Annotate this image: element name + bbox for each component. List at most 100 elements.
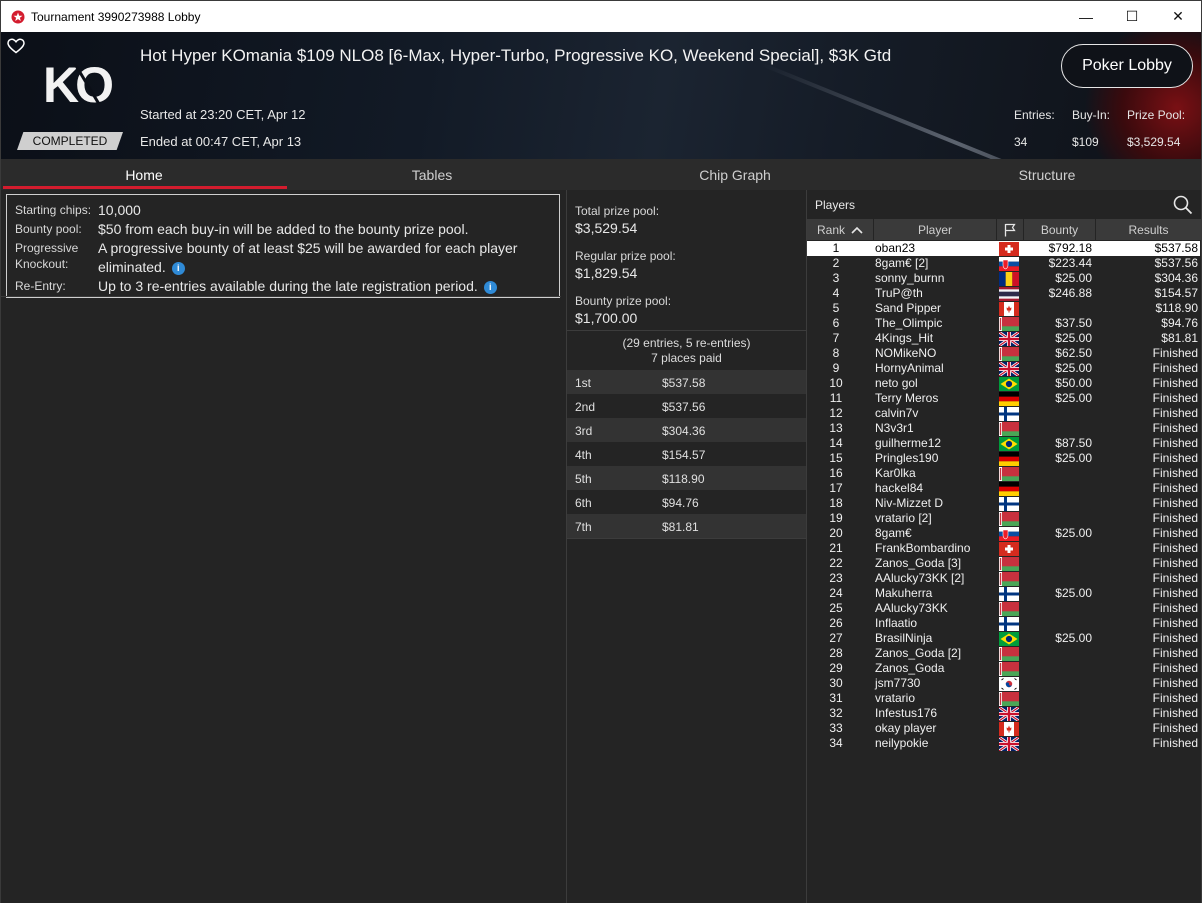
player-bounty: $62.50	[1055, 346, 1092, 360]
player-row[interactable]: 3 sonny_burnn $25.00 $304.36	[807, 271, 1200, 286]
player-rank: 17	[829, 481, 843, 495]
player-bounty: $25.00	[1055, 331, 1092, 345]
info-icon[interactable]: i	[171, 262, 185, 275]
player-row[interactable]: 6 The_Olimpic $37.50 $94.76	[807, 316, 1200, 331]
payout-row: 6th $94.76	[567, 490, 806, 514]
player-name: sonny_burnn	[875, 271, 945, 285]
country-flag-icon	[999, 511, 1019, 526]
player-row[interactable]: 18 Niv-Mizzet D Finished	[807, 496, 1200, 511]
country-flag-icon	[999, 301, 1019, 316]
payout-row: 4th $154.57	[567, 442, 806, 466]
info-icon[interactable]: i	[483, 281, 497, 294]
player-name: okay player	[875, 721, 937, 735]
player-name: 8gam€	[875, 526, 912, 540]
bounty-pool-value: $50 from each buy-in will be added to th…	[98, 221, 469, 237]
entries-note: (29 entries, 5 re-entries)	[622, 336, 751, 350]
player-row[interactable]: 10 neto gol $50.00 Finished	[807, 376, 1200, 391]
player-row[interactable]: 1 oban23 $792.18 $537.58	[807, 241, 1200, 256]
player-row[interactable]: 7 4Kings_Hit $25.00 $81.81	[807, 331, 1200, 346]
prize-pool-pane: Total prize pool: $3,529.54 Regular priz…	[566, 190, 807, 903]
player-rank: 7	[832, 331, 840, 345]
player-row[interactable]: 27 BrasilNinja $25.00 Finished	[807, 631, 1200, 646]
player-row[interactable]: 15 Pringles190 $25.00 Finished	[807, 451, 1200, 466]
entries-summary: (29 entries, 5 re-entries) 7 places paid	[567, 336, 806, 366]
payout-place: 4th	[575, 448, 592, 462]
divider	[1, 296, 561, 297]
player-bounty: $25.00	[1055, 631, 1092, 645]
player-row[interactable]: 30 jsm7730 Finished	[807, 676, 1200, 691]
column-header-country[interactable]	[997, 219, 1023, 240]
player-row[interactable]: 5 Sand Pipper $118.90	[807, 301, 1200, 316]
player-row[interactable]: 32 Infestus176 Finished	[807, 706, 1200, 721]
player-row[interactable]: 12 calvin7v Finished	[807, 406, 1200, 421]
player-name: vratario [2]	[875, 511, 932, 525]
player-row[interactable]: 4 TruP@th $246.88 $154.57	[807, 286, 1200, 301]
search-icon[interactable]	[1173, 195, 1193, 215]
country-flag-icon	[999, 316, 1019, 331]
column-header-player[interactable]: Player	[874, 219, 996, 240]
window-title: Tournament 3990273988 Lobby	[31, 9, 201, 24]
player-row[interactable]: 34 neilypokie Finished	[807, 736, 1200, 751]
player-row[interactable]: 21 FrankBombardino Finished	[807, 541, 1200, 556]
player-name: 8gam€ [2]	[875, 256, 929, 270]
player-name: Niv-Mizzet D	[875, 496, 943, 510]
player-rank: 18	[829, 496, 843, 510]
entries-value: 34	[1014, 135, 1028, 149]
column-header-results[interactable]: Results	[1096, 219, 1201, 240]
player-row[interactable]: 19 vratario [2] Finished	[807, 511, 1200, 526]
minimize-button[interactable]: —	[1063, 1, 1109, 32]
player-row[interactable]: 14 guilherme12 $87.50 Finished	[807, 436, 1200, 451]
player-row[interactable]: 13 N3v3r1 Finished	[807, 421, 1200, 436]
player-name: Zanos_Goda [3]	[875, 556, 962, 570]
player-name: N3v3r1	[875, 421, 914, 435]
player-rank: 2	[832, 256, 840, 270]
player-row[interactable]: 20 8gam€ $25.00 Finished	[807, 526, 1200, 541]
player-row[interactable]: 29 Zanos_Goda Finished	[807, 661, 1200, 676]
player-rank: 31	[829, 691, 843, 705]
player-row[interactable]: 9 HornyAnimal $25.00 Finished	[807, 361, 1200, 376]
player-bounty: $87.50	[1055, 436, 1092, 450]
column-header-rank[interactable]: Rank	[807, 219, 873, 240]
player-row[interactable]: 31 vratario Finished	[807, 691, 1200, 706]
player-row[interactable]: 2 8gam€ [2] $223.44 $537.56	[807, 256, 1200, 271]
player-result: Finished	[1152, 646, 1198, 660]
player-row[interactable]: 24 Makuherra $25.00 Finished	[807, 586, 1200, 601]
tab-tables[interactable]: Tables	[287, 159, 577, 190]
player-row[interactable]: 28 Zanos_Goda [2] Finished	[807, 646, 1200, 661]
heart-icon[interactable]	[7, 38, 25, 54]
player-result: Finished	[1152, 376, 1198, 390]
maximize-button[interactable]: ☐	[1109, 1, 1155, 32]
player-result: Finished	[1152, 511, 1198, 525]
tab-home[interactable]: Home	[1, 159, 287, 190]
reentry-value: Up to 3 re-entries available during the …	[98, 278, 497, 294]
player-row[interactable]: 23 AAlucky73KK [2] Finished	[807, 571, 1200, 586]
tab-chip-graph[interactable]: Chip Graph	[577, 159, 893, 190]
country-flag-icon	[999, 376, 1019, 391]
player-row[interactable]: 8 NOMikeNO $62.50 Finished	[807, 346, 1200, 361]
tournament-info-pane: Starting chips: 10,000 Bounty pool: $50 …	[1, 190, 566, 903]
tab-structure[interactable]: Structure	[893, 159, 1201, 190]
poker-lobby-button[interactable]: Poker Lobby	[1061, 44, 1193, 88]
column-header-bounty[interactable]: Bounty	[1024, 219, 1095, 240]
player-result: Finished	[1152, 466, 1198, 480]
player-row[interactable]: 22 Zanos_Goda [3] Finished	[807, 556, 1200, 571]
close-button[interactable]: ✕	[1155, 1, 1201, 32]
player-row[interactable]: 16 Kar0lka Finished	[807, 466, 1200, 481]
player-result: Finished	[1152, 421, 1198, 435]
pko-value-line2: eliminated. i	[98, 259, 185, 275]
player-result: Finished	[1152, 631, 1198, 645]
regular-prize-value: $1,829.54	[575, 265, 638, 281]
player-row[interactable]: 25 AAlucky73KK Finished	[807, 601, 1200, 616]
player-result: Finished	[1152, 436, 1198, 450]
payout-place: 6th	[575, 496, 592, 510]
player-name: HornyAnimal	[875, 361, 944, 375]
payout-amount: $537.58	[662, 376, 706, 390]
player-name: The_Olimpic	[875, 316, 943, 330]
player-rank: 21	[829, 541, 843, 555]
player-result: Finished	[1152, 691, 1198, 705]
player-row[interactable]: 17 hackel84 Finished	[807, 481, 1200, 496]
end-time: Ended at 00:47 CET, Apr 13	[140, 134, 302, 149]
player-row[interactable]: 33 okay player Finished	[807, 721, 1200, 736]
player-row[interactable]: 26 Inflaatio Finished	[807, 616, 1200, 631]
player-row[interactable]: 11 Terry Meros $25.00 Finished	[807, 391, 1200, 406]
